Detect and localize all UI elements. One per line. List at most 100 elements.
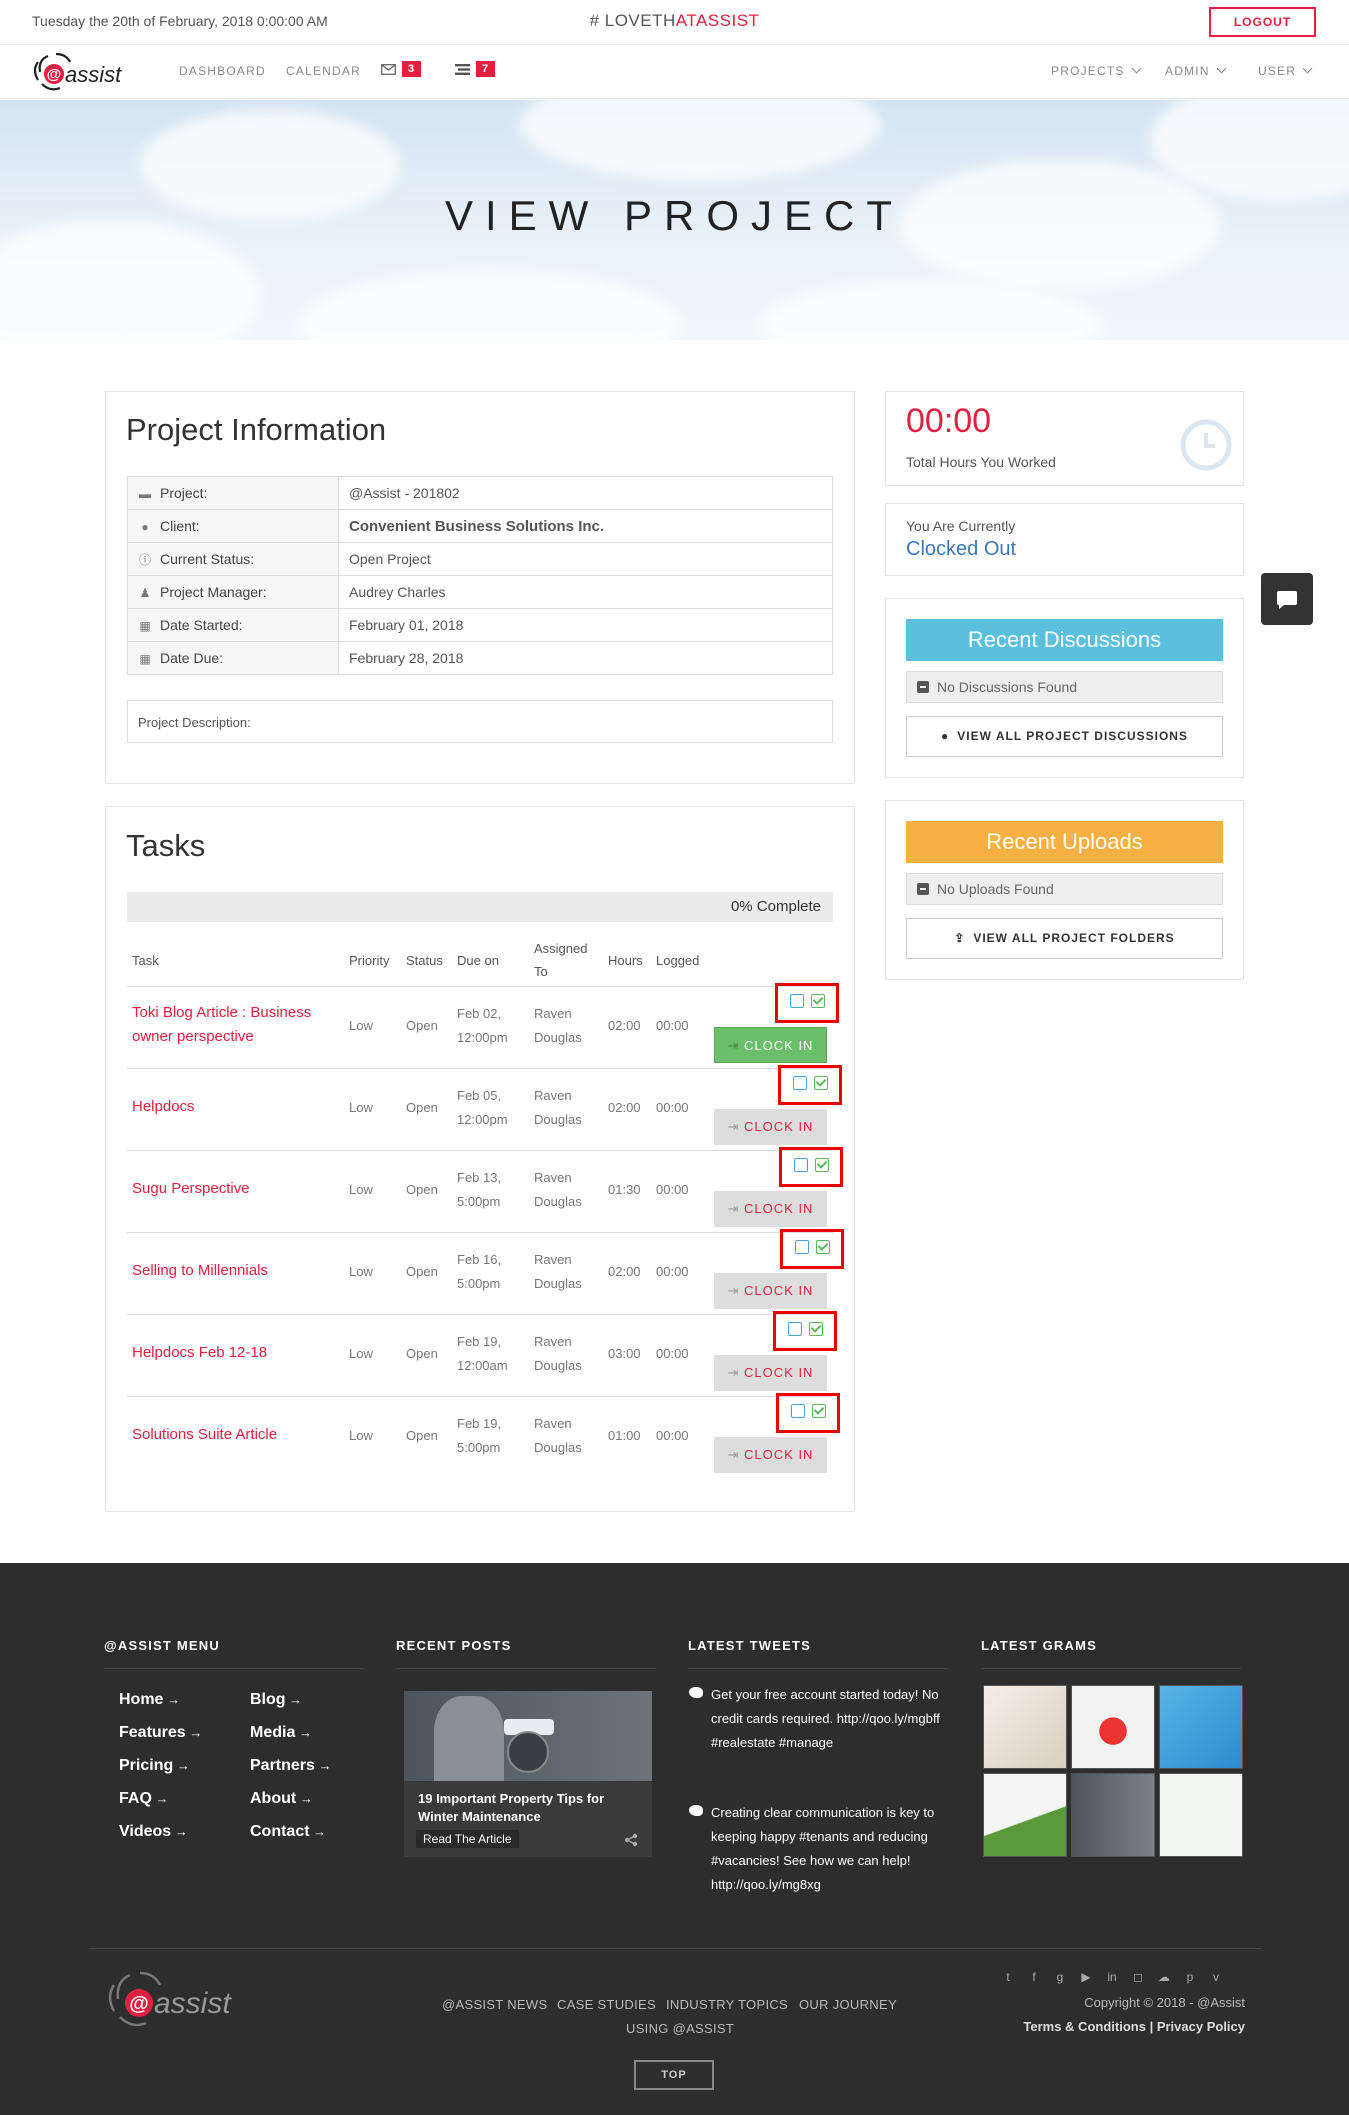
user-icon: ● (141, 520, 149, 534)
footer-link-contact[interactable]: Contact (250, 1823, 326, 1841)
nav-messages[interactable]: 3 (381, 61, 422, 77)
sign-in-icon: ⇥ (727, 1283, 745, 1298)
footer-link-about[interactable]: About (250, 1790, 313, 1808)
footer-link-videos[interactable]: Videos (119, 1823, 188, 1841)
discussions-empty: No Discussions Found (906, 671, 1223, 703)
gram-thumbnail[interactable] (1159, 1685, 1243, 1769)
footer-link-industry-topics[interactable]: INDUSTRY TOPICS (666, 1997, 788, 2012)
nav-calendar[interactable]: CALENDAR (286, 64, 361, 78)
person-icon: ♟ (139, 586, 151, 600)
logout-button[interactable]: LOGOUT (1209, 7, 1316, 37)
google-plus-icon[interactable]: g (1054, 1971, 1066, 1983)
info-value: Audrey Charles (338, 575, 833, 609)
gram-thumbnail[interactable] (1159, 1773, 1243, 1857)
nav-user[interactable]: USER (1258, 63, 1313, 78)
footer-link-case-studies[interactable]: CASE STUDIES (557, 1997, 656, 2012)
main-nav: @ assist DASHBOARD CALENDAR 3 7 PROJECTS… (0, 46, 1349, 99)
clock-in-button[interactable]: ⇥ CLOCK IN (714, 1355, 827, 1391)
clock-in-button[interactable]: ⇥ CLOCK IN (714, 1437, 827, 1473)
footer-link-blog[interactable]: Blog (250, 1691, 302, 1709)
task-name-link[interactable]: Toki Blog Article : Business owner persp… (132, 1001, 337, 1049)
clock-in-button[interactable]: ⇥ CLOCK IN (714, 1273, 827, 1309)
client-link[interactable]: Convenient Business Solutions Inc. (338, 509, 833, 543)
project-description: Project Description: (127, 700, 833, 743)
task-logged: 00:00 (656, 1264, 689, 1279)
col-priority: Priority (349, 953, 390, 968)
clock-in-button[interactable]: ⇥ CLOCK IN (714, 1027, 827, 1063)
task-assigned: Raven Douglas (534, 1334, 582, 1373)
nav-admin[interactable]: ADMIN (1165, 63, 1227, 78)
vimeo-icon[interactable]: v (1210, 1971, 1222, 1983)
pinterest-icon[interactable]: p (1184, 1971, 1196, 1983)
messages-badge: 3 (402, 61, 422, 77)
task-actions-highlight (773, 1311, 837, 1351)
nav-projects[interactable]: PROJECTS (1051, 63, 1142, 78)
task-name-link[interactable]: Sugu Perspective (132, 1177, 337, 1201)
footer-link-pricing[interactable]: Pricing (119, 1757, 190, 1775)
footer-link-partners[interactable]: Partners (250, 1757, 332, 1775)
task-name-link[interactable]: Solutions Suite Article (132, 1423, 337, 1447)
complete-check-icon[interactable] (816, 1240, 830, 1254)
assist-logo[interactable]: @ assist (30, 50, 134, 96)
facebook-icon[interactable]: f (1028, 1971, 1040, 1983)
task-name-link[interactable]: Helpdocs (132, 1095, 337, 1119)
view-discussions-button[interactable]: ● VIEW ALL PROJECT DISCUSSIONS (906, 716, 1223, 757)
view-folders-button[interactable]: ⇪ VIEW ALL PROJECT FOLDERS (906, 918, 1223, 959)
complete-check-icon[interactable] (814, 1076, 828, 1090)
footer-link-features[interactable]: Features (119, 1724, 202, 1742)
twitter-icon[interactable]: t (1002, 1971, 1014, 1983)
footer-link-faq[interactable]: FAQ (119, 1790, 169, 1808)
chat-button[interactable] (1261, 573, 1313, 625)
latest-tweets-title: LATEST TWEETS (688, 1638, 811, 1653)
share-icon[interactable] (624, 1833, 638, 1847)
gram-thumbnail[interactable] (1071, 1685, 1155, 1769)
task-due: Feb 13, 5:00pm (457, 1170, 502, 1209)
clock-in-button[interactable]: ⇥ CLOCK IN (714, 1191, 827, 1227)
read-article-button[interactable]: Read The Article (416, 1830, 519, 1848)
linkedin-icon[interactable]: in (1106, 1971, 1118, 1983)
info-value: February 28, 2018 (338, 641, 833, 675)
footer-link-using-assist[interactable]: USING @ASSIST (626, 2021, 734, 2036)
edit-icon[interactable] (793, 1076, 807, 1090)
uploads-empty-text: No Uploads Found (937, 881, 1054, 897)
footer-link-news[interactable]: @ASSIST NEWS (442, 1997, 547, 2012)
instagram-icon[interactable]: ◻ (1132, 1971, 1144, 1983)
nav-tasks[interactable]: 7 (455, 61, 496, 77)
folder-icon: ▬ (139, 487, 151, 501)
sign-in-icon: ⇥ (727, 1447, 745, 1462)
gram-thumbnail[interactable] (983, 1685, 1067, 1769)
complete-check-icon[interactable] (815, 1158, 829, 1172)
task-name-link[interactable]: Helpdocs Feb 12-18 (132, 1341, 337, 1365)
nav-dashboard[interactable]: DASHBOARD (179, 64, 266, 78)
info-label: Date Due: (160, 650, 224, 666)
hours-worked: 00:00 (906, 402, 992, 440)
edit-icon[interactable] (794, 1158, 808, 1172)
complete-check-icon[interactable] (812, 1404, 826, 1418)
task-hours: 01:00 (608, 1428, 641, 1443)
gram-thumbnail[interactable] (983, 1773, 1067, 1857)
footer-link-our-journey[interactable]: OUR JOURNEY (799, 1997, 897, 2012)
view-discussions-label: VIEW ALL PROJECT DISCUSSIONS (957, 729, 1188, 743)
clock-in-label: CLOCK IN (744, 1119, 814, 1134)
complete-check-icon[interactable] (811, 994, 825, 1008)
clock-in-button[interactable]: ⇥ CLOCK IN (714, 1109, 827, 1145)
edit-icon[interactable] (795, 1240, 809, 1254)
task-row: Solutions Suite Article Low Open Feb 19, 5:… (127, 1396, 833, 1478)
terms-link[interactable]: Terms & Conditions (1023, 2019, 1146, 2034)
post-image[interactable] (404, 1691, 652, 1781)
footer-link-home[interactable]: Home (119, 1691, 180, 1709)
back-to-top-button[interactable]: TOP (634, 2060, 714, 2090)
edit-icon[interactable] (791, 1404, 805, 1418)
tasks-badge: 7 (476, 61, 496, 77)
edit-icon[interactable] (790, 994, 804, 1008)
footer-logo[interactable]: @ assist (104, 1967, 256, 2039)
footer-link-media[interactable]: Media (250, 1724, 312, 1742)
task-name-link[interactable]: Selling to Millennials (132, 1259, 337, 1283)
privacy-link[interactable]: Privacy Policy (1157, 2019, 1245, 2034)
youtube-icon[interactable]: ▶ (1080, 1971, 1092, 1983)
gram-thumbnail[interactable] (1071, 1773, 1155, 1857)
cloud-icon[interactable]: ☁ (1158, 1971, 1170, 1983)
complete-check-icon[interactable] (809, 1322, 823, 1336)
post-title[interactable]: 19 Important Property Tips for Winter Ma… (418, 1790, 638, 1826)
edit-icon[interactable] (788, 1322, 802, 1336)
